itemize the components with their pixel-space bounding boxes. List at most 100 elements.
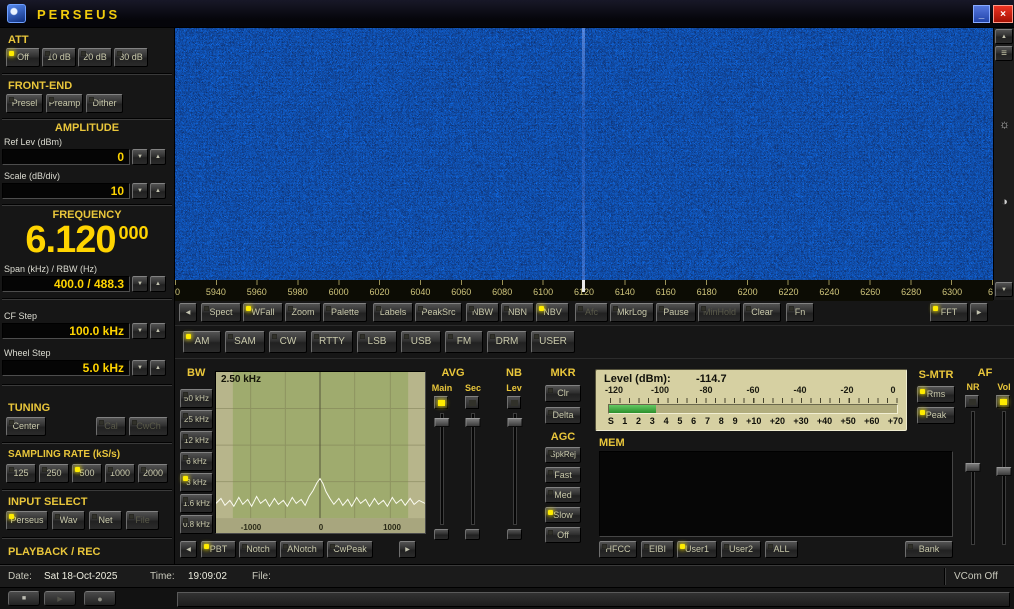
stop-button[interactable]: ■ — [8, 591, 40, 606]
avg-main-led-button[interactable] — [434, 396, 448, 409]
anotch-button[interactable]: ANotch — [280, 541, 324, 558]
wheel-step-value[interactable]: 5.0 kHz — [2, 360, 130, 376]
mode-user-button[interactable]: USER — [531, 331, 575, 353]
slider-thumb[interactable] — [434, 418, 449, 427]
mkrlog-button[interactable]: MkrLog — [610, 303, 654, 322]
af-nr-led-button[interactable] — [965, 395, 979, 408]
pause-button[interactable]: Pause — [656, 303, 696, 322]
cf-step-value[interactable]: 100.0 kHz — [2, 323, 130, 339]
mem-all-button[interactable]: ALL — [765, 541, 798, 558]
ref-level-down-button[interactable]: ▼ — [132, 149, 148, 165]
strip-up-arrow-button[interactable]: ▲ — [995, 29, 1013, 44]
cf-step-down-button[interactable]: ▼ — [132, 323, 148, 339]
nb-lev-led-button[interactable] — [507, 396, 521, 409]
sampling-250-button[interactable]: 250 — [39, 464, 69, 483]
slider-thumb[interactable] — [507, 418, 522, 427]
dither-button[interactable]: Dither — [86, 94, 123, 113]
bw-12khz-button[interactable]: 12 kHz — [180, 431, 213, 450]
bw-spectrum-display[interactable]: 2.50 kHz -1000 0 1000 — [215, 371, 426, 534]
frequency-ruler[interactable]: 20 5940 5960 5980 6000 6020 6040 6060 60… — [175, 280, 993, 301]
tuning-center-button[interactable]: Center — [6, 417, 46, 436]
nbn-button[interactable]: NBN — [501, 303, 534, 322]
mem-user2-button[interactable]: User2 — [721, 541, 761, 558]
input-net-button[interactable]: Net — [89, 511, 122, 530]
avg-main-slider[interactable] — [434, 413, 449, 525]
scale-value[interactable]: 10 — [2, 183, 130, 199]
bw-1-6khz-button[interactable]: 1.6 kHz — [180, 494, 213, 513]
bw-0-8khz-button[interactable]: 0.8 kHz — [180, 515, 213, 534]
avg-sec-led-button[interactable] — [465, 396, 479, 409]
notch-button[interactable]: Notch — [239, 541, 277, 558]
bw-50khz-button[interactable]: 50 kHz — [180, 389, 213, 408]
mem-list[interactable] — [599, 451, 953, 537]
af-vol-slider[interactable] — [996, 411, 1011, 545]
mem-eibi-button[interactable]: EIBI — [641, 541, 674, 558]
mem-user1-button[interactable]: User1 — [677, 541, 717, 558]
mode-fm-button[interactable]: FM — [445, 331, 483, 353]
span-down-button[interactable]: ▼ — [132, 276, 148, 292]
minhold-button[interactable]: MinHold — [698, 303, 741, 322]
avg-main-slider-end-button[interactable] — [434, 529, 449, 540]
tuning-cal-button[interactable]: Cal — [96, 417, 126, 436]
slider-thumb[interactable] — [965, 463, 980, 472]
palette-button[interactable]: Palette — [323, 303, 367, 322]
att-30db-button[interactable]: 30 dB — [114, 48, 148, 67]
record-button[interactable]: ● — [84, 591, 116, 606]
cf-step-up-button[interactable]: ▲ — [150, 323, 166, 339]
fft-button[interactable]: FFT — [930, 303, 968, 322]
sampling-2000-button[interactable]: 2000 — [138, 464, 168, 483]
wheel-step-up-button[interactable]: ▲ — [150, 360, 166, 376]
labels-button[interactable]: Labels — [373, 303, 413, 322]
agc-slow-button[interactable]: Slow — [545, 507, 581, 523]
slider-thumb[interactable] — [465, 418, 480, 427]
waterfall-display[interactable] — [175, 28, 993, 280]
span-rbw-value[interactable]: 400.0 / 488.3 — [2, 276, 130, 292]
contrast-icon[interactable]: ◑ — [994, 194, 1014, 210]
input-wav-button[interactable]: Wav — [52, 511, 85, 530]
avg-sec-slider[interactable] — [465, 413, 480, 525]
strip-menu-button[interactable]: ≡ — [995, 46, 1013, 61]
sampling-125-button[interactable]: 125 — [6, 464, 36, 483]
mode-cw-button[interactable]: CW — [269, 331, 307, 353]
mem-bank-button[interactable]: Bank — [905, 541, 953, 558]
cwpeak-button[interactable]: CwPeak — [327, 541, 373, 558]
att-10db-button[interactable]: 10 dB — [42, 48, 76, 67]
bw-3khz-button[interactable]: 3 kHz — [180, 473, 213, 492]
tuning-cwch-button[interactable]: CwCh — [129, 417, 168, 436]
ref-level-up-button[interactable]: ▲ — [150, 149, 166, 165]
input-perseus-button[interactable]: Perseus — [6, 511, 48, 530]
mode-am-button[interactable]: AM — [183, 331, 221, 353]
wheel-step-down-button[interactable]: ▼ — [132, 360, 148, 376]
zoom-button[interactable]: Zoom — [285, 303, 321, 322]
agc-fast-button[interactable]: Fast — [545, 467, 581, 483]
att-off-button[interactable]: Off — [6, 48, 40, 67]
mode-sam-button[interactable]: SAM — [225, 331, 265, 353]
att-20db-button[interactable]: 20 dB — [78, 48, 112, 67]
bw-6khz-button[interactable]: 6 kHz — [180, 452, 213, 471]
span-up-button[interactable]: ▲ — [150, 276, 166, 292]
mode-lsb-button[interactable]: LSB — [357, 331, 397, 353]
af-vol-led-button[interactable] — [996, 395, 1010, 408]
bw-25khz-button[interactable]: 25 kHz — [180, 410, 213, 429]
afc-button[interactable]: Afc — [575, 303, 608, 322]
agc-off-button[interactable]: Off — [545, 527, 581, 543]
ref-level-value[interactable]: 0 — [2, 149, 130, 165]
mode-drm-button[interactable]: DRM — [487, 331, 527, 353]
mkr-clr-button[interactable]: Clr — [545, 385, 581, 402]
fn-button[interactable]: Fn — [786, 303, 814, 322]
nbw-button[interactable]: NBW — [466, 303, 499, 322]
agc-med-button[interactable]: Med — [545, 487, 581, 503]
close-button[interactable]: × — [993, 5, 1013, 23]
strip-down-arrow-button[interactable]: ▼ — [995, 282, 1013, 297]
avg-sec-slider-end-button[interactable] — [465, 529, 480, 540]
nbv-button[interactable]: NBV — [536, 303, 569, 322]
af-nr-slider[interactable] — [965, 411, 980, 545]
toolbar-left-arrow-button[interactable]: ◀ — [179, 303, 197, 322]
spect-button[interactable]: Spect — [201, 303, 241, 322]
sampling-500-button[interactable]: 500 — [72, 464, 102, 483]
nb-lev-slider[interactable] — [507, 413, 522, 525]
input-file-button[interactable]: File — [126, 511, 159, 530]
frequency-display[interactable]: 6.120 000 — [0, 222, 174, 262]
brightness-icon[interactable]: ☼ — [994, 116, 1014, 132]
agc-spkrej-button[interactable]: SpkRej — [545, 447, 581, 463]
